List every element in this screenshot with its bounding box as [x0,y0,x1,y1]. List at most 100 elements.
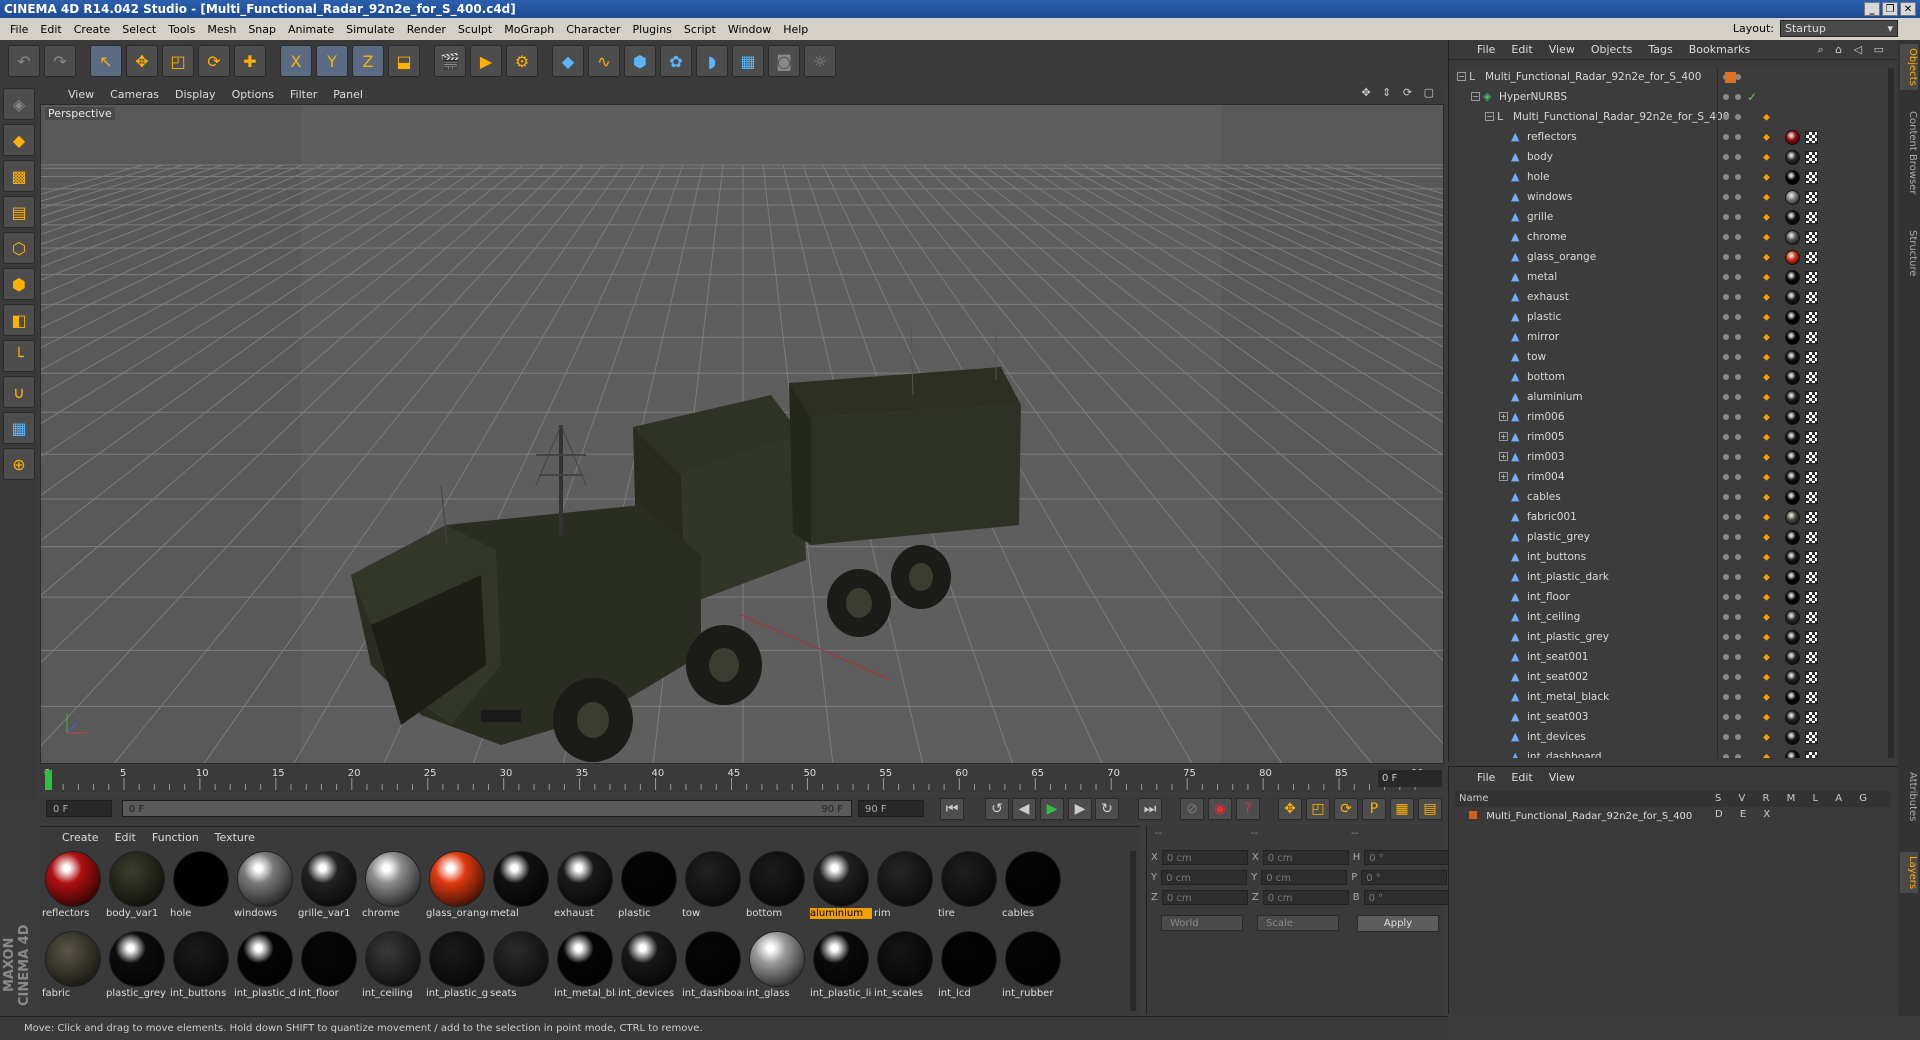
perspective-viewport[interactable]: Perspective [40,104,1444,764]
phong-tag-icon[interactable]: ⬥ [1763,672,1775,684]
object-row[interactable]: + ▲ rim003 ⬥ [1455,448,1891,468]
phong-tag-icon[interactable]: ⬥ [1763,312,1775,324]
menu-help[interactable]: Help [777,23,814,36]
material-tag-icon[interactable] [1785,750,1800,758]
scene-floor-icon[interactable]: ▦ [732,45,764,77]
object-row[interactable]: ▲ int_plastic_grey ⬥ [1455,628,1891,648]
menu-animate[interactable]: Animate [282,23,340,36]
position-field[interactable]: 0 cm [1161,869,1248,885]
visibility-dots-icon[interactable] [1723,414,1743,422]
side-tab-structure[interactable]: Structure [1900,226,1918,281]
uvw-tag-icon[interactable] [1805,591,1818,604]
uvw-tag-icon[interactable] [1805,671,1818,684]
phong-tag-icon[interactable]: ⬥ [1763,752,1775,758]
object-menu-view[interactable]: View [1541,43,1583,56]
uvw-tag-icon[interactable] [1805,471,1818,484]
object-row[interactable]: + ▲ rim004 ⬥ [1455,468,1891,488]
phong-tag-icon[interactable]: ⬥ [1763,232,1775,244]
object-row[interactable]: ▲ bottom ⬥ [1455,368,1891,388]
uvw-tag-icon[interactable] [1805,651,1818,664]
uvw-tag-icon[interactable] [1805,351,1818,364]
uvw-tag-icon[interactable] [1805,291,1818,304]
material-swatch[interactable]: int_plastic_grey [426,929,488,1005]
object-row[interactable]: ▲ body ⬥ [1455,148,1891,168]
material-swatch[interactable]: int_rubber [1002,929,1064,1005]
menu-select[interactable]: Select [116,23,162,36]
phong-tag-icon[interactable]: ⬥ [1763,532,1775,544]
expand-toggle-icon[interactable]: − [1485,112,1494,121]
render-settings-icon[interactable]: ⚙ [506,45,538,77]
object-row[interactable]: ▲ glass_orange ⬥ [1455,248,1891,268]
coordinate-system-icon[interactable]: ⬓ [388,45,420,77]
menu-sculpt[interactable]: Sculpt [452,23,498,36]
timeline-window-icon[interactable]: ▤ [1418,798,1442,820]
material-tag-icon[interactable] [1785,250,1800,265]
phong-tag-icon[interactable]: ⬥ [1763,492,1775,504]
object-row[interactable]: ▲ mirror ⬥ [1455,328,1891,348]
uvw-tag-icon[interactable] [1805,611,1818,624]
visibility-dots-icon[interactable] [1723,714,1743,722]
polygons-mode-icon[interactable]: ◧ [3,304,35,336]
viewport-nav-icons[interactable]: ✥ ⇕ ⟳ ▢ [1361,86,1438,99]
phong-tag-icon[interactable]: ⬥ [1763,732,1775,744]
uvw-tag-icon[interactable] [1805,311,1818,324]
material-tag-icon[interactable] [1785,610,1800,625]
material-swatch[interactable]: tire [938,849,1000,925]
material-menu-edit[interactable]: Edit [107,831,144,844]
light-icon[interactable]: ☼ [804,45,836,77]
spline-icon[interactable]: ∿ [588,45,620,77]
visibility-dots-icon[interactable] [1723,374,1743,382]
visibility-dots-icon[interactable] [1723,574,1743,582]
object-row[interactable]: ▲ int_ceiling ⬥ [1455,608,1891,628]
material-tag-icon[interactable] [1785,450,1800,465]
side-tab-content-browser[interactable]: Content Browser [1900,107,1918,198]
apply-button[interactable]: Apply [1357,915,1439,932]
material-tag-icon[interactable] [1785,690,1800,705]
material-tag-icon[interactable] [1785,330,1800,345]
key-parameter-icon[interactable]: P [1362,798,1386,820]
render-picture-viewer-icon[interactable]: ▶ [470,45,502,77]
material-swatch[interactable]: int_ceiling [362,929,424,1005]
visibility-dots-icon[interactable] [1723,134,1743,142]
phong-tag-icon[interactable]: ⬥ [1763,132,1775,144]
object-row[interactable]: ▲ int_floor ⬥ [1455,588,1891,608]
object-row[interactable]: ▲ int_metal_black ⬥ [1455,688,1891,708]
material-tag-icon[interactable] [1785,190,1800,205]
array-icon[interactable]: ✿ [660,45,692,77]
uvw-tag-icon[interactable] [1805,411,1818,424]
object-menu-edit[interactable]: Edit [1503,43,1540,56]
object-row[interactable]: ▲ aluminium ⬥ [1455,388,1891,408]
material-tag-icon[interactable] [1785,390,1800,405]
rotation-field[interactable]: 0 ° [1363,889,1450,905]
deformer-icon[interactable]: ◗ [696,45,728,77]
uvw-tag-icon[interactable] [1805,451,1818,464]
uvw-tag-icon[interactable] [1805,171,1818,184]
phong-tag-icon[interactable]: ⬥ [1763,612,1775,624]
uvw-tag-icon[interactable] [1805,691,1818,704]
cube-icon[interactable]: ◆ [552,45,584,77]
object-row[interactable]: ▲ tow ⬥ [1455,348,1891,368]
visibility-dots-icon[interactable] [1723,474,1743,482]
material-tag-icon[interactable] [1785,470,1800,485]
object-row[interactable]: + ▲ rim006 ⬥ [1455,408,1891,428]
timeline-ruler[interactable]: 051015202530354045505560657075808590 [40,766,1444,792]
object-row[interactable]: − L Multi_Functional_Radar_92n2e_for_S_400 [1455,68,1891,88]
coordinate-mode-dropdown[interactable]: World [1161,915,1243,931]
rotation-field[interactable]: 0 ° [1364,849,1451,865]
material-swatch[interactable]: tow [682,849,744,925]
uvw-tag-icon[interactable] [1805,251,1818,264]
visibility-dots-icon[interactable] [1723,594,1743,602]
menu-mograph[interactable]: MoGraph [498,23,560,36]
visibility-dots-icon[interactable] [1723,654,1743,662]
minimize-button[interactable]: _ [1864,2,1880,16]
object-row[interactable]: ▲ metal ⬥ [1455,268,1891,288]
size-field[interactable]: 0 cm [1261,869,1348,885]
phong-tag-icon[interactable]: ⬥ [1763,572,1775,584]
visibility-dots-icon[interactable] [1723,274,1743,282]
visibility-dots-icon[interactable] [1723,194,1743,202]
object-row[interactable]: + ▲ rim005 ⬥ [1455,428,1891,448]
layer-menu-view[interactable]: View [1541,771,1583,784]
undo-icon[interactable]: ↶ [8,45,40,77]
layer-menu-edit[interactable]: Edit [1503,771,1540,784]
uvw-tag-icon[interactable] [1805,631,1818,644]
